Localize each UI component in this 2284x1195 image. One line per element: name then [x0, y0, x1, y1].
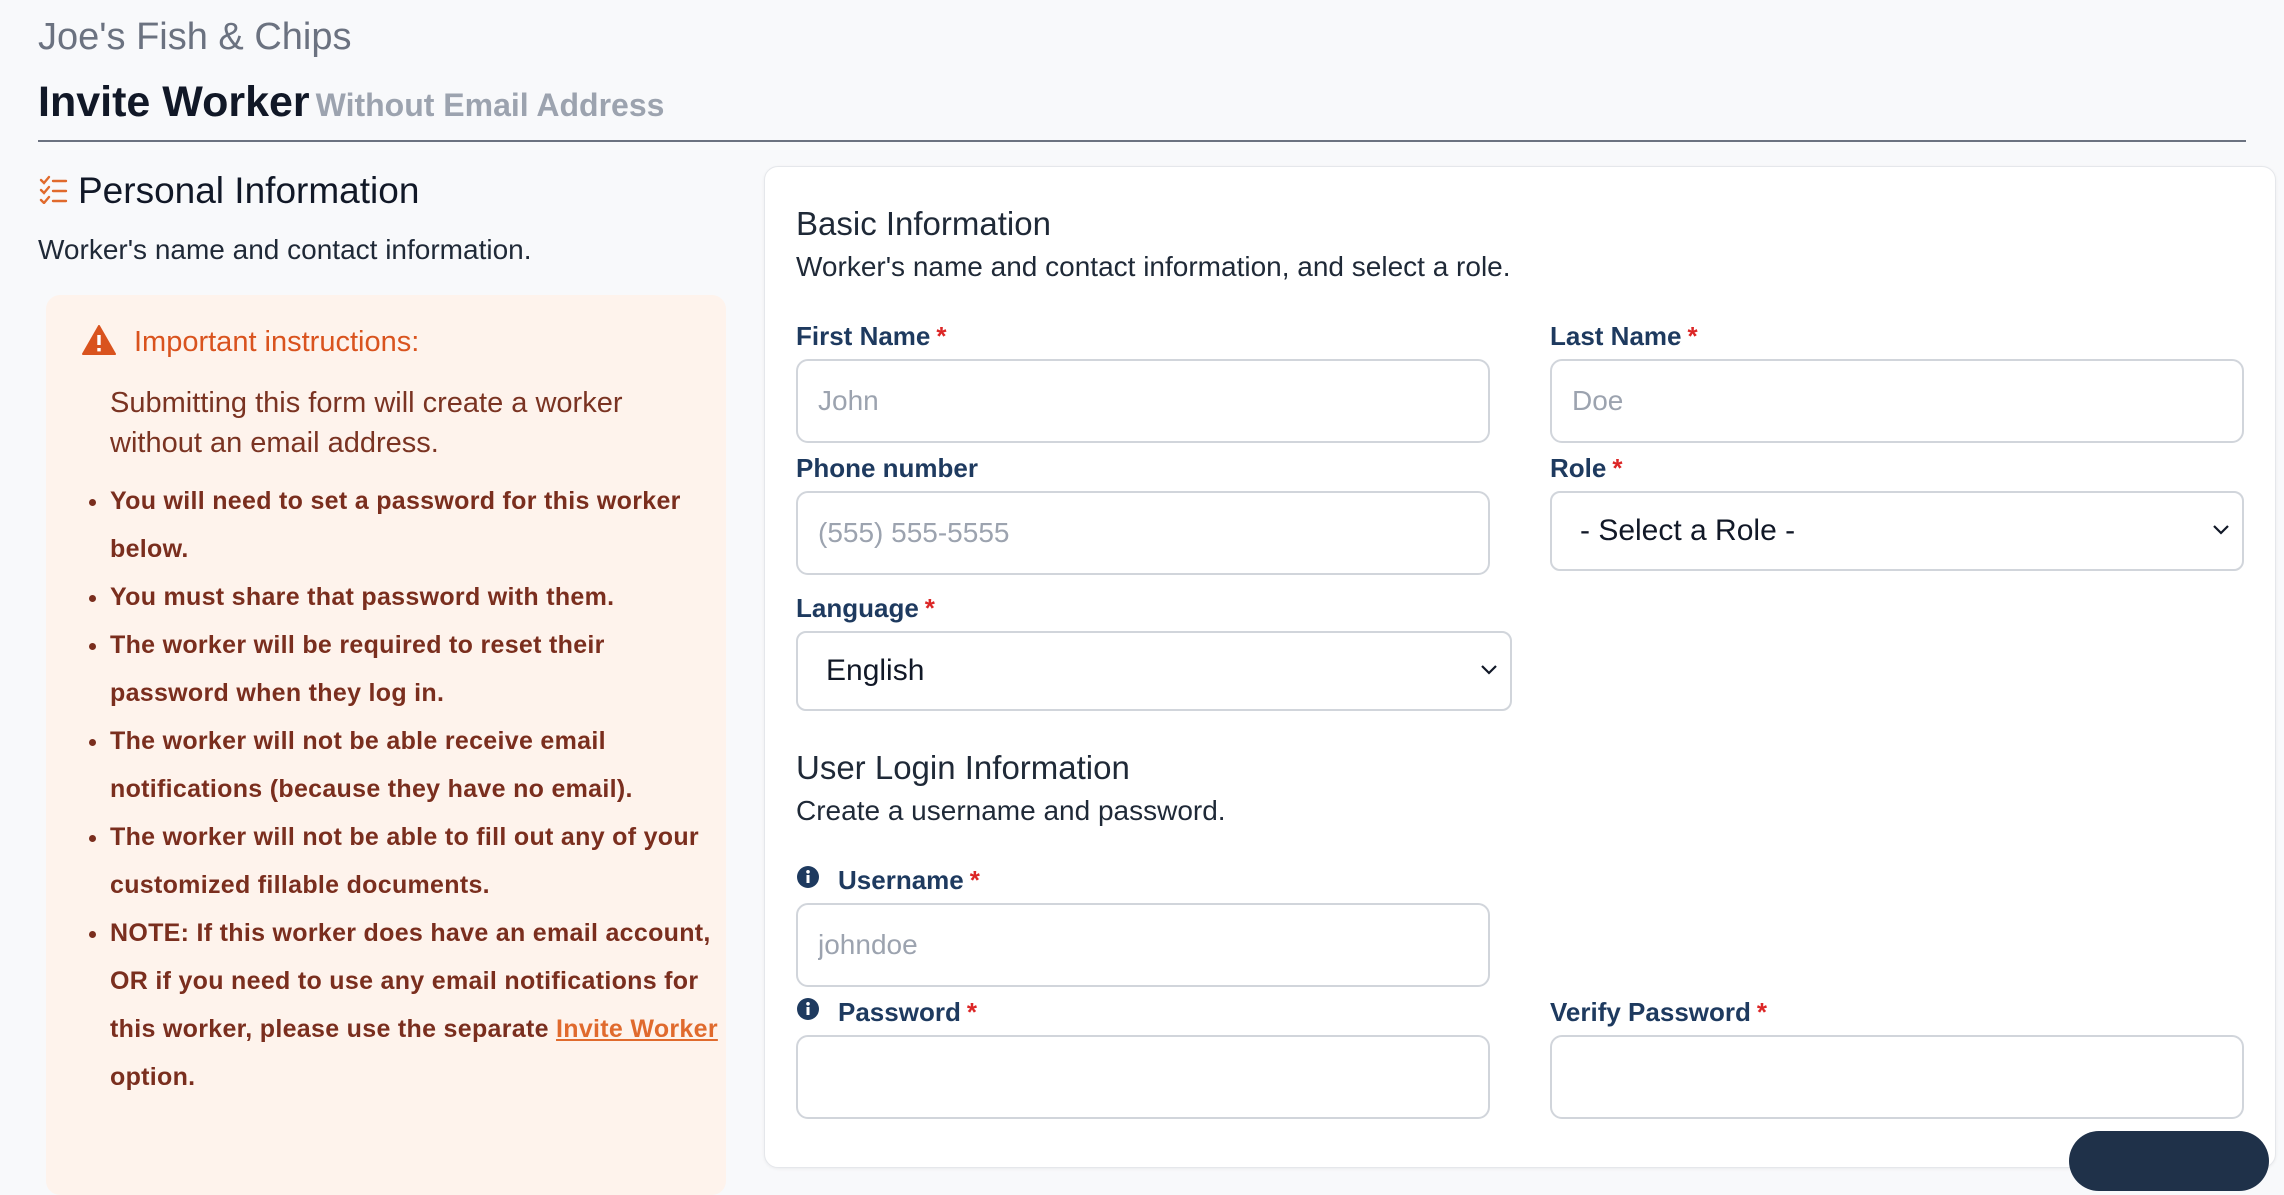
info-icon[interactable] [796, 865, 820, 896]
first-name-label: First Name * [796, 321, 947, 351]
page-title: Invite Worker Without Email Address [38, 78, 664, 127]
info-icon[interactable] [796, 997, 820, 1028]
phone-label: Phone number [796, 453, 979, 483]
verify-password-label: Verify Password * [1550, 997, 1768, 1027]
list-item: The worker will not be able to fill out … [110, 813, 720, 909]
submit-button[interactable] [2069, 1131, 2269, 1191]
last-name-label: Last Name * [1550, 321, 1698, 351]
basic-info-description: Worker's name and contact information, a… [796, 251, 1511, 282]
important-instructions-alert: Important instructions: Submitting this … [46, 295, 726, 1195]
list-item: You will need to set a password for this… [110, 477, 720, 573]
phone-input[interactable] [796, 491, 1490, 575]
list-item: The worker will be required to reset the… [110, 621, 720, 717]
instructions-list: You will need to set a password for this… [46, 477, 720, 1101]
note-suffix: option. [110, 1063, 196, 1091]
language-select[interactable]: English [796, 631, 1512, 711]
login-info-description: Create a username and password. [796, 795, 1226, 826]
first-name-input[interactable] [796, 359, 1490, 443]
personal-info-title: Personal Information [78, 170, 420, 211]
page-title-text: Invite Worker [38, 78, 310, 126]
role-select-value: - Select a Role - [1580, 514, 1796, 547]
basic-info-title: Basic Information [796, 205, 1051, 242]
language-select-value: English [826, 654, 925, 687]
alert-title: Important instructions: [134, 326, 420, 358]
personal-info-description: Worker's name and contact information. [38, 234, 532, 265]
chevron-down-icon [1478, 654, 1500, 688]
username-label: Username * [796, 865, 980, 896]
warning-icon [82, 325, 116, 360]
role-select[interactable]: - Select a Role - [1550, 491, 2244, 571]
form-card: Basic Information Worker's name and cont… [764, 166, 2276, 1191]
invite-worker-link[interactable]: Invite Worker [556, 1015, 718, 1043]
company-name: Joe's Fish & Chips [38, 16, 352, 58]
checklist-icon [38, 174, 68, 209]
password-label: Password * [796, 997, 977, 1028]
personal-info-section: Personal Information Worker's name and c… [38, 170, 728, 266]
login-info-title: User Login Information [796, 749, 1130, 786]
page-subtitle: Without Email Address [315, 87, 665, 123]
list-item: You must share that password with them. [110, 573, 720, 621]
verify-password-input[interactable] [1550, 1035, 2244, 1119]
list-item: The worker will not be able receive emai… [110, 717, 720, 813]
language-label: Language * [796, 593, 935, 623]
role-label: Role * [1550, 453, 1623, 483]
title-divider [38, 140, 2246, 142]
username-input[interactable] [796, 903, 1490, 987]
note-item: NOTE: If this worker does have an email … [110, 909, 720, 1101]
alert-intro: Submitting this form will create a worke… [110, 387, 623, 459]
last-name-input[interactable] [1550, 359, 2244, 443]
password-input[interactable] [796, 1035, 1490, 1119]
chevron-down-icon [2210, 514, 2232, 548]
